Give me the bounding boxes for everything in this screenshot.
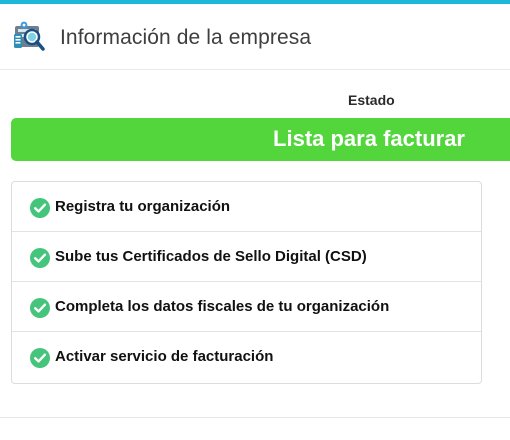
check-circle-icon [30,198,50,218]
step-label: Registra tu organización [55,198,231,215]
step-label: Sube tus Certificados de Sello Digital (… [55,248,367,265]
list-item: Activar servicio de facturación [12,332,481,382]
card-header: Información de la empresa [0,4,510,70]
status-bar: Lista para facturar [11,118,510,161]
page-title: Información de la empresa [60,26,312,49]
check-circle-icon [30,298,50,318]
company-info-icon [14,21,45,51]
check-circle-icon [30,348,50,368]
status-value: Lista para facturar [273,126,465,151]
step-label: Completa los datos fiscales de tu organi… [55,298,390,315]
check-circle-icon [30,248,50,268]
list-item: Registra tu organización [12,182,481,232]
step-label: Activar servicio de facturación [55,348,274,365]
list-item: Completa los datos fiscales de tu organi… [12,282,481,332]
status-label: Estado [348,92,395,108]
company-info-card: Información de la empresa Estado Lista p… [0,4,510,418]
list-item: Sube tus Certificados de Sello Digital (… [12,232,481,282]
onboarding-steps-list: Registra tu organización Sube tus Certif… [11,181,482,384]
